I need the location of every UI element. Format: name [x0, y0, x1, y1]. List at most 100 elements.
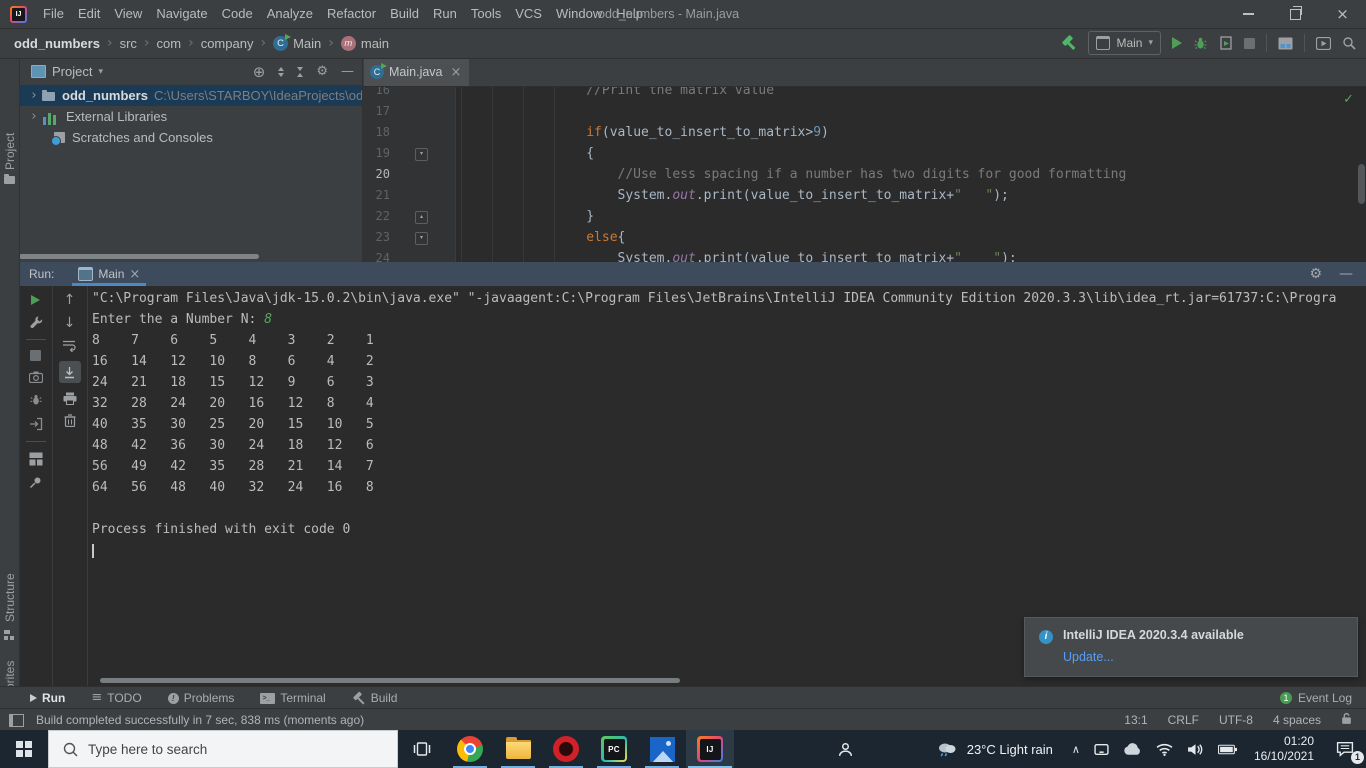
collapse-all-icon[interactable]: [297, 67, 303, 77]
dump-threads-icon[interactable]: [29, 371, 43, 383]
breadcrumb-company[interactable]: company: [201, 36, 254, 51]
prev-occurrence-icon[interactable]: ↑: [64, 293, 76, 307]
wifi-icon[interactable]: [1149, 730, 1180, 768]
search-everywhere-icon[interactable]: [1342, 36, 1356, 50]
project-horizontal-scrollbar[interactable]: [19, 254, 259, 259]
fold-marker[interactable]: ▾: [415, 148, 428, 161]
fold-marker[interactable]: ▴: [415, 211, 428, 224]
editor-vertical-scrollbar[interactable]: [1358, 164, 1365, 204]
file-encoding[interactable]: UTF-8: [1219, 713, 1253, 727]
attach-process-icon[interactable]: [29, 417, 43, 431]
taskbar-clock[interactable]: 01:20 16/10/2021: [1244, 734, 1324, 764]
chevron-down-icon[interactable]: ▾: [98, 67, 103, 77]
pin-tab-icon[interactable]: [29, 476, 42, 489]
tree-expand-icon[interactable]: ›: [27, 88, 41, 103]
tree-expand-icon[interactable]: ›: [27, 109, 41, 124]
menu-navigate[interactable]: Navigate: [149, 0, 214, 28]
restore-window-icon[interactable]: [1272, 0, 1319, 28]
code-area[interactable]: 16 //Print the matrix value1718 if(value…: [362, 80, 1366, 262]
close-run-tab-icon[interactable]: ×: [129, 267, 140, 282]
inspections-ok-icon[interactable]: ✓: [1343, 92, 1354, 107]
breadcrumb-odd-numbers[interactable]: odd_numbers: [14, 36, 100, 51]
console-horizontal-scrollbar[interactable]: [100, 678, 680, 683]
code-line-22[interactable]: 22▴ }: [362, 206, 1366, 227]
run-configuration-select[interactable]: Main ▾: [1088, 31, 1161, 55]
menu-file[interactable]: File: [36, 0, 71, 28]
menu-refactor[interactable]: Refactor: [320, 0, 383, 28]
line-separator[interactable]: CRLF: [1168, 713, 1199, 727]
menu-build[interactable]: Build: [383, 0, 426, 28]
restart-debug-icon[interactable]: [29, 393, 43, 407]
tab-run[interactable]: Run: [30, 691, 65, 705]
gear-icon[interactable]: ⚙: [316, 64, 328, 79]
run-anything-icon[interactable]: [1316, 37, 1331, 50]
code-line-18[interactable]: 18 if(value_to_insert_to_matrix>9): [362, 122, 1366, 143]
expand-all-icon[interactable]: [278, 67, 284, 77]
rerun-button[interactable]: [31, 295, 40, 305]
layout-settings-icon[interactable]: [29, 452, 43, 466]
code-line-17[interactable]: 17: [362, 101, 1366, 122]
tree-item-odd-numbers[interactable]: ›odd_numbersC:\Users\STARBOY\IdeaProject…: [19, 85, 362, 106]
tab-todo[interactable]: ≡ TODO: [91, 691, 141, 705]
taskbar-app-explorer[interactable]: [494, 730, 542, 768]
show-hidden-icons-chevron[interactable]: ∧: [1065, 730, 1087, 768]
sidebar-item-project[interactable]: Project: [3, 133, 17, 170]
debug-button[interactable]: [1193, 36, 1208, 51]
taskbar-app-photos[interactable]: [638, 730, 686, 768]
tab-build[interactable]: Build: [352, 691, 398, 705]
menu-edit[interactable]: Edit: [71, 0, 107, 28]
breadcrumb-main[interactable]: CMain: [273, 36, 321, 51]
clear-console-icon[interactable]: [64, 414, 76, 427]
project-panel-title[interactable]: Project: [52, 64, 92, 79]
update-link[interactable]: Update...: [1063, 650, 1114, 664]
menu-view[interactable]: View: [107, 0, 149, 28]
battery-icon[interactable]: [1211, 730, 1244, 768]
project-folder-icon[interactable]: [4, 176, 15, 184]
code-line-19[interactable]: 19▾ {: [362, 143, 1366, 164]
people-button[interactable]: [830, 730, 861, 768]
tab-problems[interactable]: ! Problems: [168, 691, 235, 705]
tree-item-external-libraries[interactable]: ›External Libraries: [19, 106, 362, 127]
start-button[interactable]: [0, 730, 48, 768]
code-line-24[interactable]: 24 System.out.print(value_to_insert_to_m…: [362, 248, 1366, 262]
hide-panel-icon[interactable]: —: [341, 64, 354, 79]
soft-wrap-icon[interactable]: [62, 339, 77, 352]
status-message[interactable]: Build completed successfully in 7 sec, 8…: [36, 713, 364, 727]
coverage-button[interactable]: [1219, 36, 1233, 50]
code-line-21[interactable]: 21 System.out.print(value_to_insert_to_m…: [362, 185, 1366, 206]
scroll-to-end-icon[interactable]: [59, 361, 81, 383]
menu-vcs[interactable]: VCS: [508, 0, 549, 28]
event-log-button[interactable]: 1 Event Log: [1280, 691, 1366, 705]
task-view-button[interactable]: [398, 730, 446, 768]
taskbar-app-intellij[interactable]: IJ: [686, 730, 734, 768]
weather-widget[interactable]: 23°C Light rain: [923, 740, 1065, 758]
taskbar-app-red[interactable]: [542, 730, 590, 768]
fold-marker[interactable]: ▾: [415, 232, 428, 245]
toolwindow-toggle-icon[interactable]: [9, 714, 24, 727]
edit-configuration-icon[interactable]: [29, 315, 43, 329]
tree-item-scratches-and-consoles[interactable]: Scratches and Consoles: [19, 127, 362, 148]
locate-file-icon[interactable]: ⊕: [253, 63, 266, 81]
print-icon[interactable]: [63, 392, 77, 405]
breadcrumb-main[interactable]: mmain: [341, 36, 389, 51]
sidebar-item-structure[interactable]: Structure: [3, 573, 17, 622]
tab-main-java[interactable]: C Main.java ×: [364, 58, 469, 86]
action-center-button[interactable]: 1: [1324, 730, 1366, 768]
onedrive-icon[interactable]: [1116, 730, 1149, 768]
minimize-window-icon[interactable]: [1225, 0, 1272, 28]
menu-tools[interactable]: Tools: [464, 0, 508, 28]
lock-icon[interactable]: [1341, 712, 1352, 728]
menu-run[interactable]: Run: [426, 0, 464, 28]
volume-icon[interactable]: [1180, 730, 1211, 768]
project-structure-icon[interactable]: [1278, 37, 1293, 50]
stop-button[interactable]: [1244, 38, 1255, 49]
close-window-icon[interactable]: ×: [1319, 0, 1366, 28]
run-tab-main[interactable]: Main ×: [72, 262, 146, 286]
breadcrumb-src[interactable]: src: [120, 36, 137, 51]
tab-terminal[interactable]: >_ Terminal: [260, 691, 325, 705]
indent-setting[interactable]: 4 spaces: [1273, 713, 1321, 727]
menu-analyze[interactable]: Analyze: [260, 0, 320, 28]
menu-code[interactable]: Code: [215, 0, 260, 28]
next-occurrence-icon[interactable]: ↓: [64, 316, 76, 330]
code-line-23[interactable]: 23▾ else{: [362, 227, 1366, 248]
